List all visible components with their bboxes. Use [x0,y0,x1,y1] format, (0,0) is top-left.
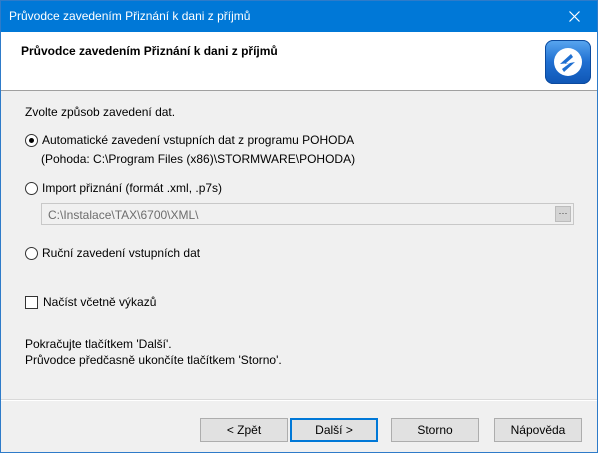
help-button-label: Nápověda [510,423,566,437]
cancel-button-label: Storno [417,423,453,437]
back-button[interactable]: < Zpět [200,418,288,442]
option-automatic-detail: (Pohoda: C:\Program Files (x86)\STORMWAR… [41,152,356,166]
radio-automatic[interactable] [25,133,38,147]
prompt-text: Zvolte způsob zavedení dat. [25,105,176,119]
info-line-2: Průvodce předčasně ukončíte tlačítkem 'S… [25,353,282,367]
next-button[interactable]: Další > [290,418,378,442]
wizard-header: Průvodce zavedením Přiznání k dani z pří… [1,32,597,91]
close-button[interactable] [551,1,597,32]
wizard-content: Zvolte způsob zavedení dat. Automatické … [1,91,597,401]
browse-button[interactable]: ··· [555,206,571,222]
include-reports-checkbox[interactable]: Načíst včetně výkazů [25,295,156,309]
window-title: Průvodce zavedením Přiznání k dani z pří… [9,9,251,23]
pohoda-logo-icon [545,40,591,84]
option-automatic[interactable]: Automatické zavedení vstupních dat z pro… [25,133,354,147]
back-button-label: < Zpět [226,423,262,437]
help-button[interactable]: Nápověda [494,418,582,442]
option-import-label: Import přiznání (formát .xml, .p7s) [42,181,223,195]
header-title: Průvodce zavedením Přiznání k dani z pří… [21,44,278,58]
option-automatic-label: Automatické zavedení vstupních dat z pro… [42,133,355,147]
include-reports-label: Načíst včetně výkazů [43,295,157,309]
close-icon [568,11,580,22]
title-bar[interactable]: Průvodce zavedením Přiznání k dani z pří… [1,1,597,32]
radio-import[interactable] [25,181,38,195]
include-reports-box[interactable] [25,295,38,309]
option-manual[interactable]: Ruční zavedení vstupních dat [25,246,200,260]
info-line-1: Pokračujte tlačítkem 'Další'. [25,337,172,351]
option-import[interactable]: Import přiznání (formát .xml, .p7s) [25,181,222,195]
option-manual-label: Ruční zavedení vstupních dat [42,246,201,260]
footer-divider [1,399,597,401]
import-path-field[interactable]: C:\Instalace\TAX\6700\XML\ ··· [41,203,574,225]
wizard-window: Průvodce zavedením Přiznání k dani z pří… [0,0,598,453]
import-path-value: C:\Instalace\TAX\6700\XML\ [48,208,199,222]
cancel-button[interactable]: Storno [391,418,479,442]
radio-manual[interactable] [25,246,38,260]
next-button-label: Další > [315,423,353,437]
